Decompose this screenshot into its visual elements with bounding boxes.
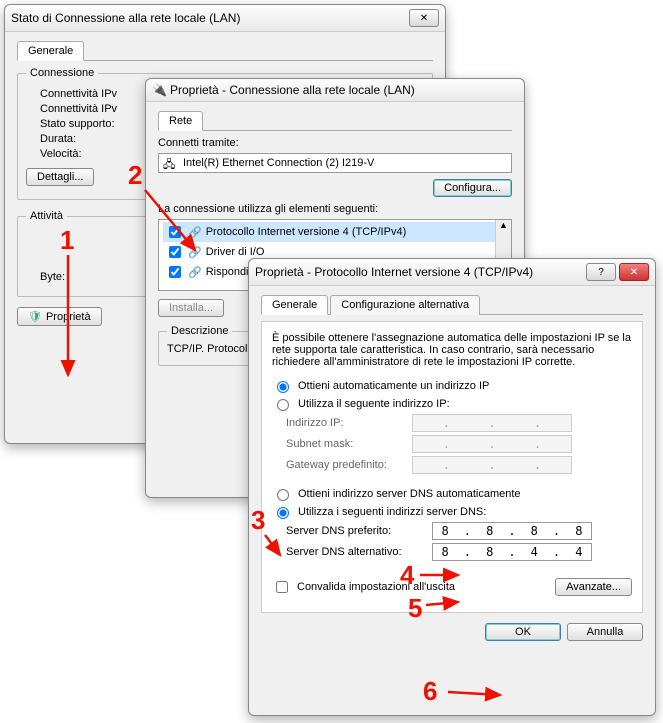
chk-responder[interactable] xyxy=(169,266,181,278)
win3-close[interactable]: ✕ xyxy=(619,263,649,281)
lbl-dns1: Server DNS preferito: xyxy=(286,525,426,537)
lbl-dns2: Server DNS alternativo: xyxy=(286,546,426,558)
btn-ok[interactable]: OK xyxy=(485,623,561,641)
adapter-name: Intel(R) Ethernet Connection (2) I219-V xyxy=(183,157,374,169)
dns2-b[interactable]: 8 xyxy=(486,545,493,559)
dns1-b[interactable]: 8 xyxy=(486,524,493,538)
radio-manual-ip-label: Utilizza il seguente indirizzo IP: xyxy=(298,398,450,410)
lbl-ipv6: Connettività IPv xyxy=(40,103,117,115)
mask-field: . . . xyxy=(412,435,572,453)
gw-field: . . . xyxy=(412,456,572,474)
lbl-state: Stato supporto: xyxy=(40,118,115,130)
item-driver[interactable]: Driver di I/O xyxy=(206,246,265,258)
dns2-d[interactable]: 4 xyxy=(575,545,582,559)
btn-install: Installa... xyxy=(158,299,224,317)
chk-tcpip4[interactable] xyxy=(169,226,181,238)
adapter-box: 🖧 Intel(R) Ethernet Connection (2) I219-… xyxy=(158,153,512,173)
scroll-up-icon[interactable]: ▲ xyxy=(499,220,508,230)
group-connection-legend: Connessione xyxy=(26,67,98,79)
lbl-ipv4: Connettività IPv xyxy=(40,88,117,100)
radio-manual-ip[interactable] xyxy=(277,399,289,411)
dns2-a[interactable]: 8 xyxy=(442,545,449,559)
win1-close[interactable]: ✕ xyxy=(409,9,439,27)
network-icon: 🔌 xyxy=(152,83,166,97)
btn-advanced[interactable]: Avanzate... xyxy=(555,578,632,596)
lbl-bytes: Byte: xyxy=(40,271,65,283)
chk-validate-label: Convalida impostazioni all'uscita xyxy=(297,581,455,593)
btn-details[interactable]: Dettagli... xyxy=(26,168,94,186)
chk-validate[interactable] xyxy=(276,581,288,593)
dns1-field[interactable]: 8. 8. 8. 8 xyxy=(432,522,592,540)
dns1-c[interactable]: 8 xyxy=(531,524,538,538)
group-activity-legend: Attività xyxy=(26,210,67,222)
lbl-ip: Indirizzo IP: xyxy=(286,417,406,429)
net-icon: 🔗 xyxy=(188,226,202,239)
win3-title: Proprietà - Protocollo Internet versione… xyxy=(255,265,583,279)
lbl-connect-via: Connetti tramite: xyxy=(158,137,512,149)
dns1-a[interactable]: 8 xyxy=(442,524,449,538)
dns2-c[interactable]: 4 xyxy=(531,545,538,559)
radio-manual-dns-label: Utilizza i seguenti indirizzi server DNS… xyxy=(298,506,486,518)
intro-text: È possibile ottenere l'assegnazione auto… xyxy=(272,332,632,368)
lbl-mask: Subnet mask: xyxy=(286,438,406,450)
group-description-legend: Descrizione xyxy=(167,325,232,337)
net-icon: 🔗 xyxy=(188,246,202,259)
lbl-duration: Durata: xyxy=(40,133,76,145)
radio-auto-dns[interactable] xyxy=(277,489,289,501)
win2-title: Proprietà - Connessione alla rete locale… xyxy=(170,83,518,97)
lbl-gw: Gateway predefinito: xyxy=(286,459,406,471)
win2-tab-network[interactable]: Rete xyxy=(158,111,203,131)
net-icon: 🔗 xyxy=(188,266,202,279)
btn-properties[interactable]: 🛡 Proprietà xyxy=(17,307,102,326)
radio-auto-ip-label: Ottieni automaticamente un indirizzo IP xyxy=(298,380,489,392)
nic-icon: 🖧 xyxy=(163,156,177,170)
btn-configure[interactable]: Configura... xyxy=(433,179,512,197)
ip-field: . . . xyxy=(412,414,572,432)
btn-properties-label: Proprietà xyxy=(46,311,91,323)
win1-title: Stato di Connessione alla rete locale (L… xyxy=(11,11,406,25)
radio-manual-dns[interactable] xyxy=(277,507,289,519)
lbl-speed: Velocità: xyxy=(40,148,82,160)
win1-tab-general[interactable]: Generale xyxy=(17,41,84,61)
item-tcpip4[interactable]: Protocollo Internet versione 4 (TCP/IPv4… xyxy=(206,226,407,238)
dns1-d[interactable]: 8 xyxy=(575,524,582,538)
btn-cancel[interactable]: Annulla xyxy=(567,623,643,641)
dns2-field[interactable]: 8. 8. 4. 4 xyxy=(432,543,592,561)
chk-driver[interactable] xyxy=(169,246,181,258)
chk-validate-row[interactable]: Convalida impostazioni all'uscita xyxy=(272,578,455,596)
win3-tab-general[interactable]: Generale xyxy=(261,295,328,315)
radio-auto-ip[interactable] xyxy=(277,381,289,393)
radio-auto-dns-label: Ottieni indirizzo server DNS automaticam… xyxy=(298,488,521,500)
shield-icon: 🛡 xyxy=(28,310,42,323)
lbl-uses: La connessione utilizza gli elementi seg… xyxy=(158,203,512,215)
win3-tab-alt[interactable]: Configurazione alternativa xyxy=(330,295,480,315)
win3-help[interactable]: ? xyxy=(586,263,616,281)
